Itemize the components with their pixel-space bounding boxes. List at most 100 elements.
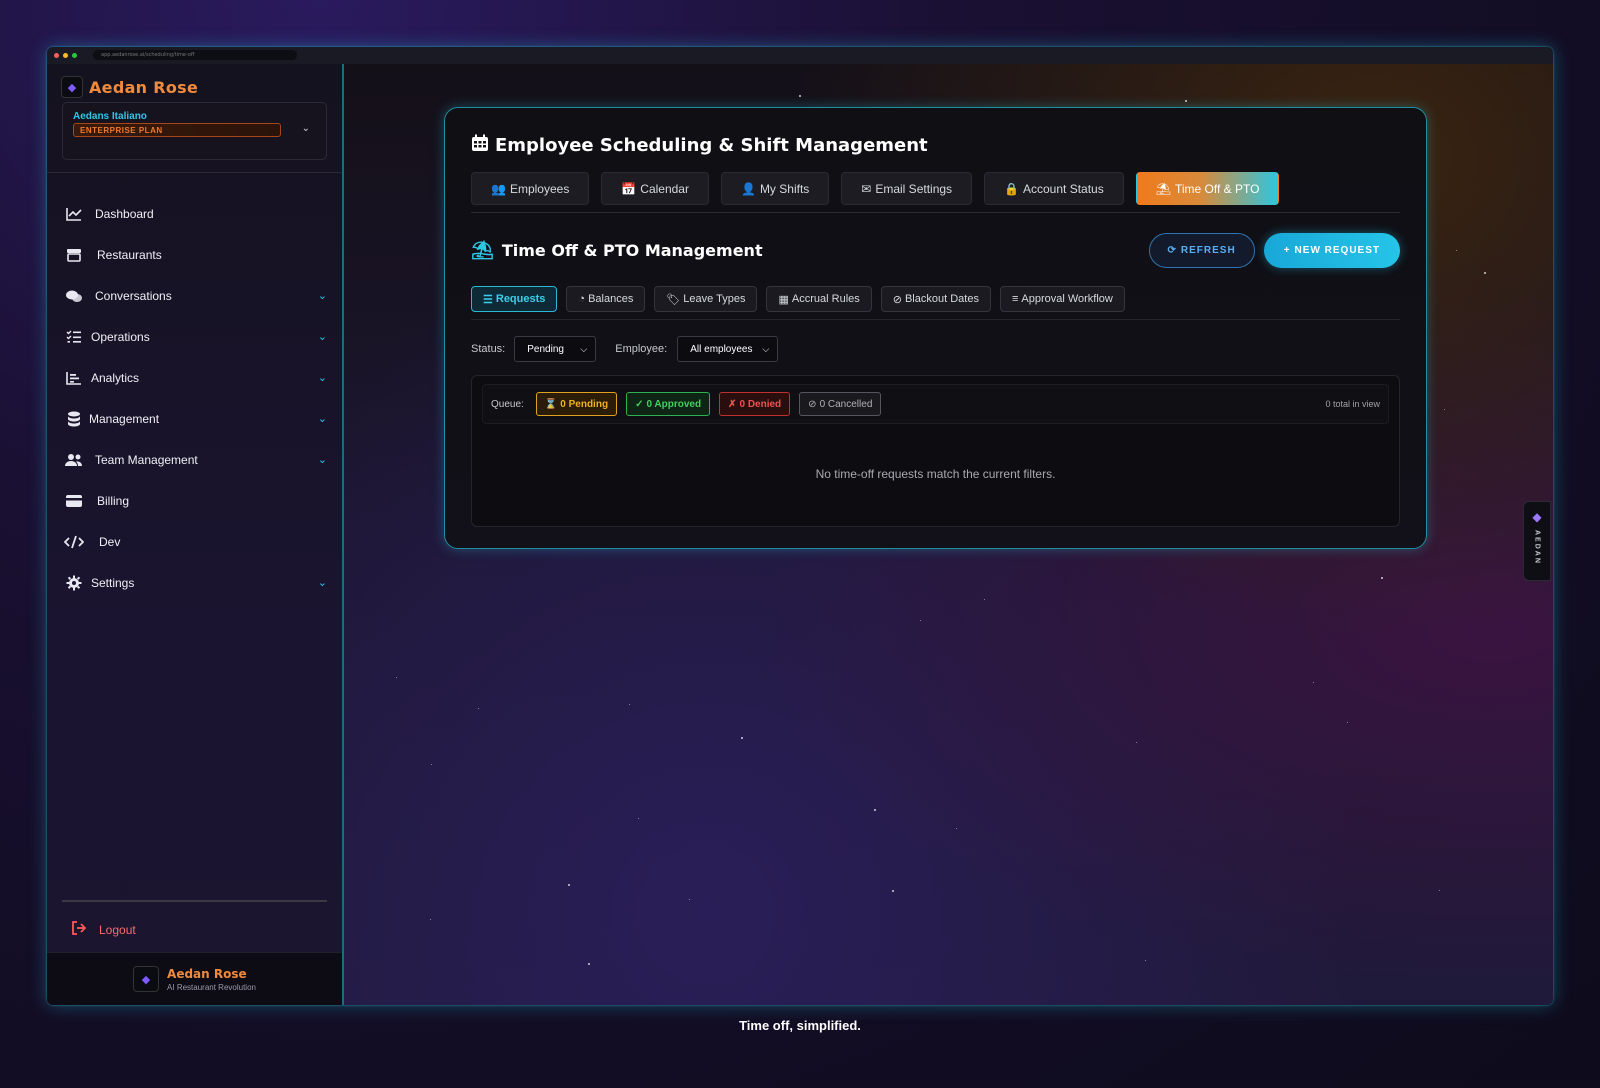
tab-email-settings[interactable]: ✉ Email Settings	[841, 172, 973, 205]
sidebar-item-label: Management	[89, 411, 160, 426]
aedan-side-tab[interactable]: ◆ AEDAN	[1523, 501, 1551, 581]
sidebar-item-label: Operations	[91, 329, 150, 344]
cancelled-badge[interactable]: ⊘ 0 Cancelled	[799, 392, 882, 416]
sidebar-item-restaurants[interactable]: Restaurants	[47, 234, 342, 275]
chevron-down-icon: ⌄	[317, 454, 327, 466]
sidebar-item-billing[interactable]: Billing	[47, 480, 342, 521]
bar-chart-icon	[63, 371, 85, 385]
refresh-button[interactable]: ⟳ REFRESH	[1148, 233, 1255, 268]
plan-badge: ENTERPRISE PLAN	[73, 123, 281, 137]
gear-icon	[63, 575, 85, 591]
sidebar-item-team-management[interactable]: Team Management ⌄	[47, 439, 342, 480]
tab-calendar[interactable]: 📅 Calendar	[601, 172, 709, 205]
comments-icon	[63, 289, 85, 303]
store-icon	[63, 248, 85, 262]
pending-count: 0 Pending	[560, 398, 609, 410]
sidebar-item-label: Team Management	[95, 452, 198, 467]
subtab-approval-workflow[interactable]: ≡ Approval Workflow	[999, 286, 1125, 312]
chevron-down-icon: ⌄	[317, 372, 327, 384]
url-bar[interactable]: app.aedanrose.ai/scheduling/time-off	[93, 50, 297, 60]
side-tab-label: AEDAN	[1533, 530, 1541, 565]
denied-count: 0 Denied	[739, 398, 782, 410]
lock-icon: 🔒	[1004, 181, 1019, 196]
section-actions: ⟳ REFRESH + NEW REQUEST	[1148, 233, 1400, 268]
chevron-down-icon: ⌵	[580, 343, 588, 354]
subtab-label: Approval Workflow	[1021, 293, 1113, 305]
status-select[interactable]: Pending ⌵	[514, 336, 597, 362]
sidebar-nav: Dashboard Restaurants Conversations ⌄ Op…	[47, 193, 342, 603]
chevron-down-icon: ⌄	[317, 413, 327, 425]
denied-badge[interactable]: ✗ 0 Denied	[719, 392, 791, 416]
sidebar-item-label: Settings	[91, 575, 135, 590]
sidebar-item-operations[interactable]: Operations ⌄	[47, 316, 342, 357]
sliders-icon: ≡	[1011, 293, 1019, 305]
tab-employees[interactable]: 👥 Employees	[471, 172, 590, 205]
sidebar-item-settings[interactable]: Settings ⌄	[47, 562, 342, 603]
subtab-blackout-dates[interactable]: ⊘ Blackout Dates	[880, 286, 991, 312]
tag-icon: 🏷	[666, 293, 681, 306]
section-title: ⛱ Time Off & PTO Management	[471, 240, 763, 261]
filters-row: Status: Pending ⌵ Employee: All employee…	[471, 336, 1400, 362]
list-check-icon	[63, 330, 85, 344]
requests-panel: Queue: ⌛ 0 Pending ✓ 0 Approved ✗ 0 Deni…	[471, 375, 1400, 527]
subtab-requests[interactable]: ☰ Requests	[471, 286, 558, 312]
subtab-accrual-rules[interactable]: ▦ Accrual Rules	[766, 286, 872, 312]
envelope-icon: ✉	[861, 181, 872, 196]
tab-label: Calendar	[640, 181, 689, 196]
credit-card-icon	[63, 494, 85, 508]
tab-my-shifts[interactable]: 👤 My Shifts	[720, 172, 830, 205]
employee-select[interactable]: All employees ⌵	[677, 336, 779, 362]
chevron-down-icon: ⌄	[301, 123, 310, 134]
new-request-button[interactable]: + NEW REQUEST	[1263, 233, 1400, 268]
maximize-dot[interactable]	[72, 53, 77, 58]
chevron-down-icon: ⌄	[317, 577, 327, 589]
org-name: Aedans Italiano	[73, 111, 147, 122]
brand-name: Aedan Rose	[89, 77, 199, 97]
logout-button[interactable]: Logout	[71, 921, 136, 938]
page-title: Employee Scheduling & Shift Management	[471, 134, 1400, 157]
section-title-text: Time Off & PTO Management	[501, 241, 763, 260]
queue-summary: Queue: ⌛ 0 Pending ✓ 0 Approved ✗ 0 Deni…	[482, 384, 1389, 424]
subtab-balances[interactable]: ◔ Balances	[566, 286, 646, 312]
refresh-icon: ⟳	[1167, 245, 1177, 256]
subtab-label: Blackout Dates	[904, 293, 979, 305]
logout-label: Logout	[99, 922, 136, 937]
org-switcher[interactable]: Aedans Italiano ENTERPRISE PLAN ⌄	[62, 102, 327, 160]
hourglass-icon: ⌛	[544, 398, 558, 410]
page-title-text: Employee Scheduling & Shift Management	[495, 135, 928, 156]
users-icon	[63, 453, 85, 467]
subtab-leave-types[interactable]: 🏷 Leave Types	[654, 286, 758, 312]
subtab-label: Accrual Rules	[791, 293, 860, 305]
footer-brand-name: Aedan Rose	[167, 966, 247, 981]
pie-chart-icon: ◔	[578, 293, 586, 305]
tab-account-status[interactable]: 🔒 Account Status	[984, 172, 1124, 205]
sidebar-item-management[interactable]: Management ⌄	[47, 398, 342, 439]
browser-chrome: app.aedanrose.ai/scheduling/time-off	[47, 47, 1553, 64]
gem-icon: ◆	[1532, 510, 1542, 524]
minimize-dot[interactable]	[63, 53, 68, 58]
cancelled-count: 0 Cancelled	[819, 398, 873, 410]
logout-divider	[62, 900, 327, 902]
refresh-label: REFRESH	[1180, 245, 1236, 256]
approved-count: 0 Approved	[646, 398, 702, 410]
database-icon	[63, 411, 85, 427]
sidebar-item-dashboard[interactable]: Dashboard	[47, 193, 342, 234]
plus-icon: +	[1283, 245, 1291, 256]
sidebar-item-analytics[interactable]: Analytics ⌄	[47, 357, 342, 398]
tab-label: My Shifts	[759, 181, 810, 196]
tab-time-off-pto[interactable]: ⛱ Time Off & PTO	[1135, 172, 1280, 205]
pending-badge[interactable]: ⌛ 0 Pending	[535, 392, 618, 416]
sidebar-item-conversations[interactable]: Conversations ⌄	[47, 275, 342, 316]
sidebar-item-label: Dashboard	[95, 206, 154, 221]
sidebar-item-dev[interactable]: Dev	[47, 521, 342, 562]
new-request-label: NEW REQUEST	[1294, 245, 1380, 256]
user-clock-icon: 👤	[740, 181, 756, 196]
brand[interactable]: ◆ Aedan Rose	[47, 64, 342, 98]
chevron-down-icon: ⌄	[317, 331, 327, 343]
main-tabs: 👥 Employees 📅 Calendar 👤 My Shifts ✉ Ema…	[471, 172, 1400, 213]
approved-badge[interactable]: ✓ 0 Approved	[626, 392, 711, 416]
list-icon: ☰	[483, 293, 493, 306]
chevron-down-icon: ⌵	[762, 343, 770, 354]
chart-line-icon	[63, 207, 85, 221]
close-dot[interactable]	[54, 53, 59, 58]
